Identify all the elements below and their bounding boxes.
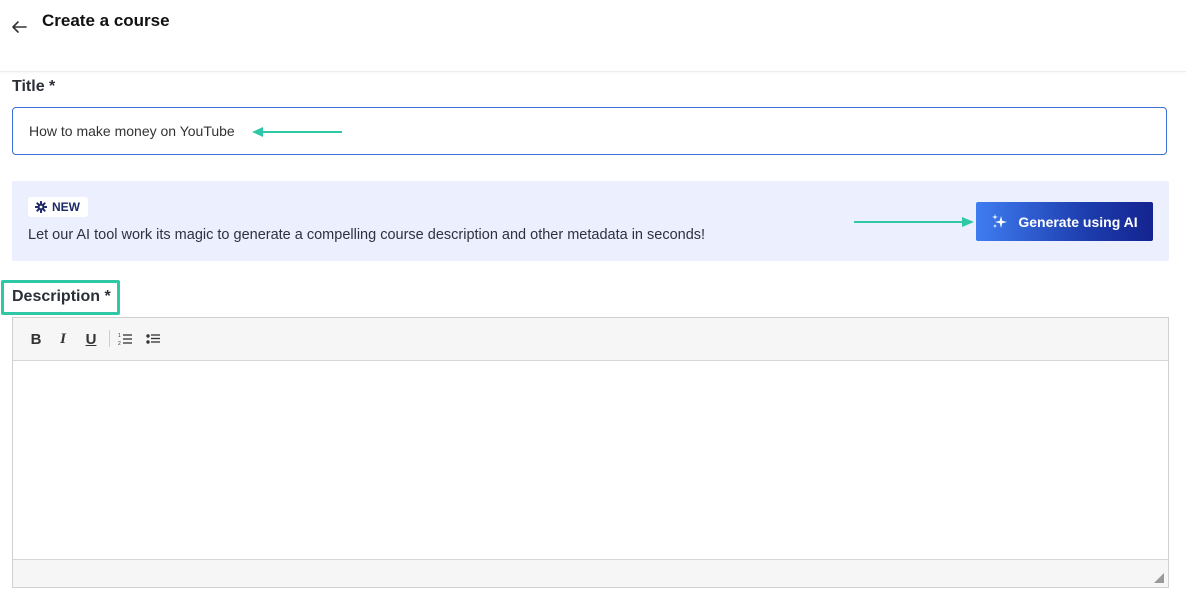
svg-text:2: 2	[118, 341, 121, 346]
title-label: Title *	[12, 78, 56, 95]
resize-handle-icon[interactable]	[1154, 573, 1164, 583]
bullet-list-icon	[146, 334, 160, 344]
banner-text: Let our AI tool work its magic to genera…	[28, 227, 706, 243]
arrow-left-icon	[12, 21, 27, 33]
description-editor: B I U 1 2	[12, 317, 1169, 588]
annotation-arrow-right	[854, 217, 974, 227]
editor-content-area[interactable]	[13, 361, 1168, 561]
editor-statusbar	[13, 559, 1168, 587]
editor-toolbar: B I U 1 2	[13, 318, 1168, 361]
ai-banner: NEW Let our AI tool work its magic to ge…	[12, 181, 1169, 261]
generate-button-label: Generate using AI	[1018, 213, 1138, 230]
generate-using-ai-button[interactable]: Generate using AI	[976, 202, 1153, 241]
page-header: Create a course	[0, 0, 1186, 72]
ordered-list-button[interactable]: 1 2	[115, 329, 135, 349]
bold-button[interactable]: B	[26, 329, 46, 349]
bullet-list-button[interactable]	[143, 329, 163, 349]
svg-text:1: 1	[118, 333, 121, 339]
annotation-arrow-left	[252, 127, 342, 137]
back-button[interactable]	[10, 17, 28, 35]
new-badge: NEW	[28, 197, 88, 217]
gear-icon	[35, 201, 47, 213]
description-label: Description *	[12, 288, 111, 305]
page-title: Create a course	[42, 11, 170, 30]
ordered-list-icon: 1 2	[118, 333, 132, 346]
underline-button[interactable]: U	[81, 329, 101, 349]
italic-button[interactable]: I	[53, 329, 73, 349]
sparkles-icon	[992, 214, 1008, 228]
new-badge-label: NEW	[52, 200, 80, 214]
title-input[interactable]	[12, 107, 1167, 155]
toolbar-separator	[109, 330, 110, 347]
